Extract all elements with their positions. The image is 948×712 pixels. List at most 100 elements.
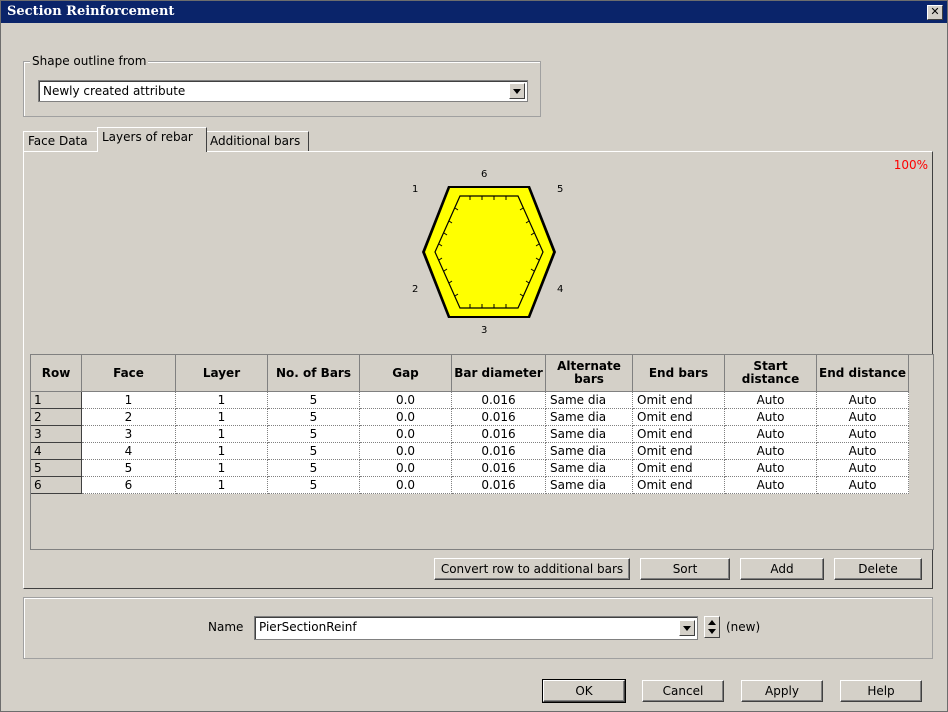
row-header-cell[interactable]: 5: [31, 459, 82, 477]
table-cell[interactable]: Omit end: [632, 476, 725, 494]
table-cell[interactable]: Auto: [816, 391, 909, 409]
chevron-down-icon[interactable]: [509, 83, 525, 99]
table-cell[interactable]: Auto: [816, 476, 909, 494]
table-cell[interactable]: 1: [175, 408, 268, 426]
table-cell[interactable]: 0.016: [451, 425, 546, 443]
tab-face-data[interactable]: Face Data: [23, 131, 99, 152]
rebar-table: Row Face Layer No. of Bars Gap Bar diame…: [31, 355, 909, 494]
rebar-layers-grid[interactable]: Row Face Layer No. of Bars Gap Bar diame…: [30, 354, 934, 550]
chevron-up-icon[interactable]: [708, 620, 716, 625]
table-cell[interactable]: 2: [81, 408, 176, 426]
table-cell[interactable]: Auto: [816, 425, 909, 443]
chevron-down-icon[interactable]: [708, 629, 716, 634]
close-icon[interactable]: ✕: [927, 5, 943, 20]
tab-additional-bars[interactable]: Additional bars: [205, 131, 309, 152]
table-cell[interactable]: Auto: [816, 442, 909, 460]
table-cell[interactable]: 1: [81, 391, 176, 409]
table-cell[interactable]: Auto: [724, 425, 817, 443]
table-cell[interactable]: 0.016: [451, 391, 546, 409]
table-cell[interactable]: 1: [175, 459, 268, 477]
table-cell[interactable]: Auto: [816, 459, 909, 477]
col-header-alternate-bars[interactable]: Alternate bars: [545, 355, 633, 392]
table-cell[interactable]: 5: [267, 408, 360, 426]
row-header-cell[interactable]: 1: [31, 391, 82, 409]
convert-row-button[interactable]: Convert row to additional bars: [434, 558, 630, 580]
table-cell[interactable]: Auto: [724, 442, 817, 460]
table-cell[interactable]: 5: [267, 459, 360, 477]
table-cell[interactable]: 0.016: [451, 476, 546, 494]
table-cell[interactable]: 0.016: [451, 408, 546, 426]
col-header-layer[interactable]: Layer: [175, 355, 268, 392]
delete-button[interactable]: Delete: [834, 558, 922, 580]
table-cell[interactable]: Same dia: [545, 476, 633, 494]
table-cell[interactable]: 5: [267, 425, 360, 443]
table-cell[interactable]: 6: [81, 476, 176, 494]
name-value: PierSectionReinf: [259, 620, 357, 634]
table-cell[interactable]: 0.016: [451, 442, 546, 460]
help-button[interactable]: Help: [840, 680, 922, 702]
col-header-gap[interactable]: Gap: [359, 355, 452, 392]
table-cell[interactable]: Omit end: [632, 442, 725, 460]
table-cell[interactable]: Auto: [816, 408, 909, 426]
table-cell[interactable]: Same dia: [545, 391, 633, 409]
table-cell[interactable]: 5: [267, 476, 360, 494]
table-cell[interactable]: Same dia: [545, 459, 633, 477]
table-cell[interactable]: Auto: [724, 459, 817, 477]
table-cell[interactable]: 4: [81, 442, 176, 460]
table-row[interactable]: 5 5 1 5 0.0 0.016 Same dia Omit end Auto Auto: [31, 459, 909, 477]
apply-button[interactable]: Apply: [741, 680, 823, 702]
table-cell[interactable]: 5: [267, 391, 360, 409]
table-cell[interactable]: 3: [81, 425, 176, 443]
cancel-button[interactable]: Cancel: [642, 680, 724, 702]
table-cell[interactable]: Omit end: [632, 391, 725, 409]
col-header-end-distance[interactable]: End distance: [816, 355, 909, 392]
table-cell[interactable]: 5: [267, 442, 360, 460]
row-header-cell[interactable]: 3: [31, 425, 82, 443]
col-header-bar-diameter[interactable]: Bar diameter: [451, 355, 546, 392]
row-header-cell[interactable]: 6: [31, 476, 82, 494]
table-cell[interactable]: Same dia: [545, 408, 633, 426]
table-cell[interactable]: 0.0: [359, 408, 452, 426]
ok-button[interactable]: OK: [542, 679, 626, 703]
tab-layers-of-rebar[interactable]: Layers of rebar: [97, 127, 207, 152]
table-cell[interactable]: 0.0: [359, 391, 452, 409]
row-header-cell[interactable]: 2: [31, 408, 82, 426]
table-cell[interactable]: 0.016: [451, 459, 546, 477]
table-cell[interactable]: 0.0: [359, 425, 452, 443]
table-cell[interactable]: Omit end: [632, 425, 725, 443]
table-row[interactable]: 2 2 1 5 0.0 0.016 Same dia Omit end Auto Auto: [31, 408, 909, 426]
col-header-end-bars[interactable]: End bars: [632, 355, 725, 392]
table-cell[interactable]: Auto: [724, 476, 817, 494]
shape-outline-select[interactable]: Newly created attribute: [38, 80, 528, 102]
table-cell[interactable]: Omit end: [632, 408, 725, 426]
table-row[interactable]: 3 3 1 5 0.0 0.016 Same dia Omit end Auto Auto: [31, 425, 909, 443]
col-header-face[interactable]: Face: [81, 355, 176, 392]
table-cell[interactable]: Omit end: [632, 459, 725, 477]
sort-button[interactable]: Sort: [640, 558, 730, 580]
table-cell[interactable]: 1: [175, 442, 268, 460]
table-row[interactable]: 1 1 1 5 0.0 0.016 Same dia Omit end Auto Auto: [31, 391, 909, 409]
table-cell[interactable]: 1: [175, 476, 268, 494]
table-row[interactable]: 4 4 1 5 0.0 0.016 Same dia Omit end Auto Auto: [31, 442, 909, 460]
row-header-cell[interactable]: 4: [31, 442, 82, 460]
title-bar[interactable]: Section Reinforcement ✕: [1, 1, 947, 23]
add-button[interactable]: Add: [740, 558, 824, 580]
chevron-down-icon[interactable]: [679, 620, 695, 636]
table-cell[interactable]: Auto: [724, 391, 817, 409]
table-cell[interactable]: 1: [175, 391, 268, 409]
table-cell[interactable]: 0.0: [359, 459, 452, 477]
table-cell[interactable]: Same dia: [545, 425, 633, 443]
table-cell[interactable]: Auto: [724, 408, 817, 426]
col-header-no-of-bars[interactable]: No. of Bars: [267, 355, 360, 392]
name-select[interactable]: PierSectionReinf: [254, 616, 698, 640]
name-stepper[interactable]: [704, 616, 720, 638]
table-cell[interactable]: 5: [81, 459, 176, 477]
table-cell[interactable]: 0.0: [359, 476, 452, 494]
col-header-start-distance[interactable]: Start distance: [724, 355, 817, 392]
col-header-row[interactable]: Row: [31, 355, 82, 392]
table-cell[interactable]: Same dia: [545, 442, 633, 460]
section-preview: 1 2 3 4 5 6: [412, 169, 563, 334]
table-cell[interactable]: 1: [175, 425, 268, 443]
table-cell[interactable]: 0.0: [359, 442, 452, 460]
table-row[interactable]: 6 6 1 5 0.0 0.016 Same dia Omit end Auto Auto: [31, 476, 909, 494]
